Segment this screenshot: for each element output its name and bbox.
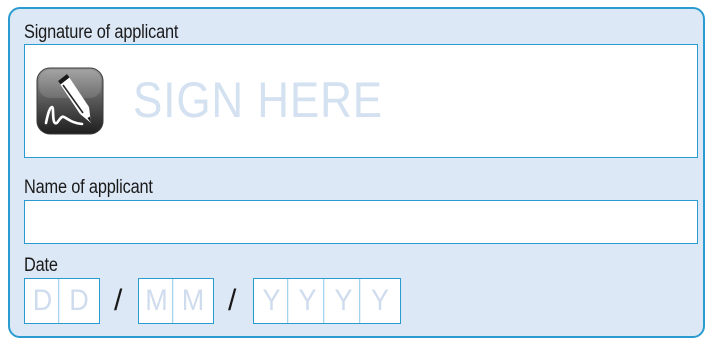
date-year-digit[interactable]: Y (328, 279, 361, 323)
date-separator: / (228, 284, 237, 317)
date-month-group[interactable]: M M (138, 278, 214, 324)
signature-label: Signature of applicant (24, 22, 179, 43)
pen-sign-icon (36, 67, 104, 135)
date-day-group[interactable]: D D (24, 278, 100, 324)
date-year-digit[interactable]: Y (256, 279, 289, 323)
date-separator: / (114, 284, 123, 317)
signature-field[interactable]: SIGN HERE (24, 44, 698, 158)
sign-here-placeholder: SIGN HERE (133, 72, 383, 128)
date-day-digit[interactable]: D (27, 279, 60, 323)
date-month-digit[interactable]: M (177, 279, 209, 323)
date-month-digit[interactable]: M (141, 279, 174, 323)
date-year-digit[interactable]: Y (364, 279, 396, 323)
name-field[interactable] (24, 200, 698, 244)
date-year-group[interactable]: Y Y Y Y (253, 278, 401, 324)
date-year-digit[interactable]: Y (292, 279, 325, 323)
date-label: Date (24, 255, 58, 276)
date-day-digit[interactable]: D (63, 279, 95, 323)
name-label: Name of applicant (24, 177, 153, 198)
